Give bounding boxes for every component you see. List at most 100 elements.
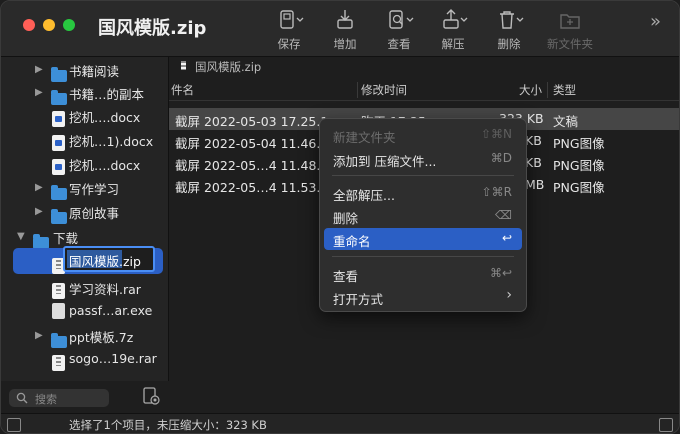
menu-item-label: 添加到 压缩文件... [333, 154, 437, 169]
toolbar: 国风模版.zip 保存 增加 查看 解压 删除 新文件夹 » [1, 1, 679, 57]
file-name: 截屏 2022-05-04 11.46.2… [175, 136, 341, 151]
quick-look-icon[interactable] [141, 386, 163, 408]
sidebar: ▶ 书籍阅读 ▶ 书籍…的副本 挖机….docx 挖机…1).docx 挖机….… [1, 57, 169, 381]
column-kind[interactable]: 类型 [553, 82, 576, 98]
menu-item-new-folder[interactable]: 新建文件夹 ⇧⌘N [324, 124, 522, 146]
file-name: 截屏 2022-05…4 11.53.2… [175, 180, 341, 195]
column-divider[interactable] [547, 82, 548, 98]
menu-item-label: 全部解压... [333, 188, 395, 203]
extract-button[interactable]: 解压 [433, 9, 473, 53]
menu-item-label: 查看 [333, 269, 359, 284]
extract-label: 解压 [441, 37, 465, 51]
menu-item-shortcut: ⇧⌘R [481, 185, 512, 199]
chevron-right-icon[interactable]: ▶ [35, 330, 43, 341]
menu-item-shortcut: ⇧⌘N [480, 127, 512, 141]
sidebar-item[interactable]: passf…ar.exe [1, 299, 169, 323]
chevron-right-icon[interactable]: ▶ [35, 182, 43, 193]
menu-item-delete[interactable]: 删除 ⌫ [324, 205, 522, 227]
menu-item-label: 重命名 [333, 234, 371, 249]
sidebar-item[interactable]: 学习资料.rar [1, 275, 169, 299]
menu-item-extract-all[interactable]: 全部解压... ⇧⌘R [324, 182, 522, 204]
executable-icon [52, 303, 65, 319]
window-title: 国风模版.zip [98, 18, 207, 39]
close-window-button[interactable] [23, 19, 35, 31]
delete-button[interactable]: 删除 [489, 9, 529, 53]
sidebar-item[interactable]: 挖机….docx [1, 151, 169, 175]
column-modified[interactable]: 修改时间 [361, 82, 407, 98]
column-divider[interactable] [357, 82, 358, 98]
sidebar-item[interactable]: ▶ ppt模板.7z [1, 323, 169, 348]
menu-item-open-with[interactable]: 打开方式 › [324, 286, 522, 308]
status-text: 选择了1个项目，未压缩大小：323 KB [69, 418, 267, 432]
file-size: MB [525, 177, 545, 192]
minimize-window-button[interactable] [43, 19, 55, 31]
app-window: 国风模版.zip 保存 增加 查看 解压 删除 新文件夹 » ▶ 书籍阅读 ▶ … [0, 0, 680, 434]
sidebar-item-label: 学习资料.rar [69, 282, 141, 297]
add-button[interactable]: 增加 [325, 9, 365, 53]
menu-item-rename[interactable]: 重命名 ↩ [324, 228, 522, 250]
new-folder-icon [550, 9, 590, 31]
view-button[interactable]: 查看 [379, 9, 419, 53]
menu-item-add-to-archive[interactable]: 添加到 压缩文件... ⌘D [324, 148, 522, 170]
sidebar-item-label: 写作学习 [69, 182, 120, 197]
sidebar-search-input[interactable]: 搜索 [9, 389, 109, 407]
word-doc-icon [52, 135, 65, 151]
column-header: 件名 修改时间 大小 类型 [169, 79, 679, 101]
menu-item-shortcut: ↩ [501, 231, 512, 245]
file-size: KB [525, 155, 542, 170]
menu-item-label: 新建文件夹 [333, 130, 396, 145]
save-button[interactable]: 保存 [269, 9, 309, 53]
status-bar: 选择了1个项目，未压缩大小：323 KB [1, 413, 679, 433]
rar-archive-icon [52, 355, 65, 371]
sidebar-item[interactable]: 挖机…1).docx [1, 127, 169, 151]
sidebar-item-label: 挖机…1).docx [69, 134, 154, 149]
scroll-right-button[interactable] [659, 418, 673, 432]
sidebar-item[interactable]: sogo…19e.rar [1, 347, 169, 371]
view-icon [379, 9, 419, 31]
add-icon [325, 9, 365, 31]
menu-item-view[interactable]: 查看 ⌘↩ [324, 263, 522, 285]
new-folder-label: 新文件夹 [547, 37, 593, 51]
rename-input-text[interactable]: 国风模版.zip [69, 251, 141, 270]
sidebar-item-label: 挖机….docx [69, 158, 141, 173]
sidebar-item-downloads[interactable]: ▼ 下载 [1, 224, 169, 249]
sidebar-item[interactable]: 挖机….docx [1, 103, 169, 127]
column-size[interactable]: 大小 [519, 82, 542, 98]
folder-icon [51, 209, 67, 224]
menu-item-label: 打开方式 [333, 292, 384, 307]
file-name: 截屏 2022-05…4 11.48.4… [175, 158, 341, 173]
sidebar-item[interactable]: ▶ 书籍…的副本 [1, 80, 169, 105]
sidebar-item-label: 原创故事 [69, 206, 120, 221]
sidebar-item-label: 书籍…的副本 [69, 87, 145, 102]
column-name[interactable]: 件名 [171, 82, 194, 98]
file-size: KB [525, 133, 542, 148]
chevron-right-icon[interactable]: ▶ [35, 206, 43, 217]
menu-separator [332, 175, 514, 176]
sidebar-item-label: passf…ar.exe [69, 303, 153, 318]
sidebar-item-label: ppt模板.7z [69, 330, 134, 345]
sidebar-item[interactable]: ▶ 原创故事 [1, 199, 169, 224]
context-menu: 新建文件夹 ⇧⌘N 添加到 压缩文件... ⌘D 全部解压... ⇧⌘R 删除 … [319, 118, 527, 312]
menu-item-shortcut: ⌘D [490, 151, 512, 165]
chevron-right-icon[interactable]: ▶ [35, 64, 43, 75]
toolbar-overflow-icon[interactable]: » [650, 11, 661, 32]
sidebar-item-label: 挖机….docx [69, 110, 141, 125]
new-folder-button[interactable]: 新文件夹 [547, 9, 593, 53]
sidebar-item-label: 书籍阅读 [69, 64, 120, 79]
maximize-window-button[interactable] [63, 19, 75, 31]
file-kind: PNG图像 [553, 180, 605, 195]
scroll-left-button[interactable] [7, 418, 21, 432]
chevron-down-icon[interactable]: ▼ [17, 231, 25, 242]
extract-icon [433, 9, 473, 31]
word-doc-icon [52, 159, 65, 175]
sidebar-item[interactable]: ▶ 写作学习 [1, 175, 169, 200]
rename-field[interactable]: 国风模版.zip [63, 246, 155, 272]
chevron-right-icon[interactable]: ▶ [35, 87, 43, 98]
sidebar-item[interactable]: ▶ 书籍阅读 [1, 57, 169, 82]
rar-archive-icon [52, 283, 65, 299]
search-icon [16, 392, 28, 404]
file-kind: 文稿 [553, 114, 579, 129]
sidebar-item-selected[interactable]: 国风模版.zip [13, 246, 163, 274]
path-bar: 国风模版.zip [169, 57, 679, 77]
menu-item-shortcut: ⌘↩ [489, 266, 512, 280]
